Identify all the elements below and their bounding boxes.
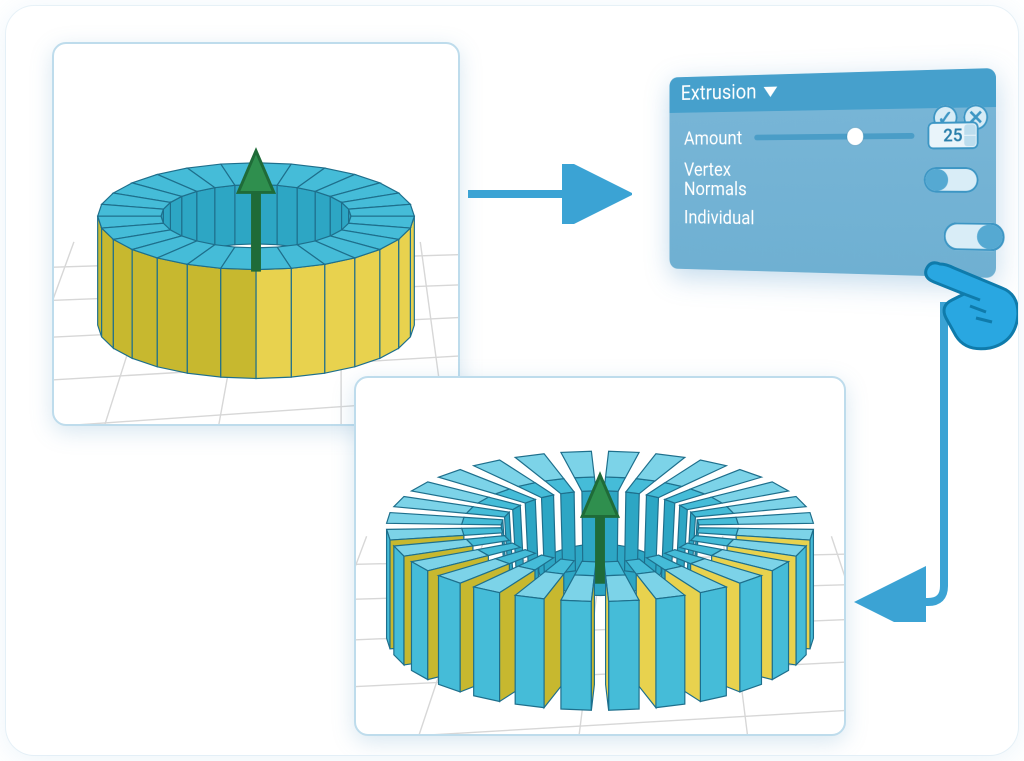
amount-value: 25: [943, 125, 962, 146]
flow-arrow-1-icon: [462, 164, 632, 224]
individual-toggle[interactable]: [944, 222, 1005, 252]
viewport-before-scene: [54, 44, 458, 424]
slider-thumb[interactable]: [847, 128, 863, 145]
panel-title: Extrusion: [681, 81, 757, 106]
amount-label: Amount: [684, 128, 742, 148]
extrusion-panel: Extrusion ✓ ✕ Amount 25 Vertex Norm: [669, 68, 996, 278]
flow-arrow-2-icon: [854, 302, 984, 622]
toggle-knob: [977, 225, 1003, 250]
individual-row: Individual: [684, 208, 979, 232]
vertex-normals-label: Vertex Normals: [684, 160, 747, 199]
amount-value-stepper[interactable]: 25: [927, 121, 978, 149]
toggle-knob: [926, 169, 949, 191]
vertex-normals-toggle[interactable]: [924, 167, 979, 193]
vertex-normals-row: Vertex Normals: [684, 159, 979, 201]
viewport-before: [52, 42, 460, 426]
amount-row: Amount 25: [684, 121, 979, 151]
viewport-after-scene: [356, 378, 844, 734]
viewport-after: [354, 376, 846, 736]
dropdown-triangle-icon: [763, 87, 777, 98]
amount-slider[interactable]: [754, 133, 914, 140]
individual-label: Individual: [684, 208, 754, 228]
diagram-canvas: Extrusion ✓ ✕ Amount 25 Vertex Norm: [6, 6, 1018, 755]
